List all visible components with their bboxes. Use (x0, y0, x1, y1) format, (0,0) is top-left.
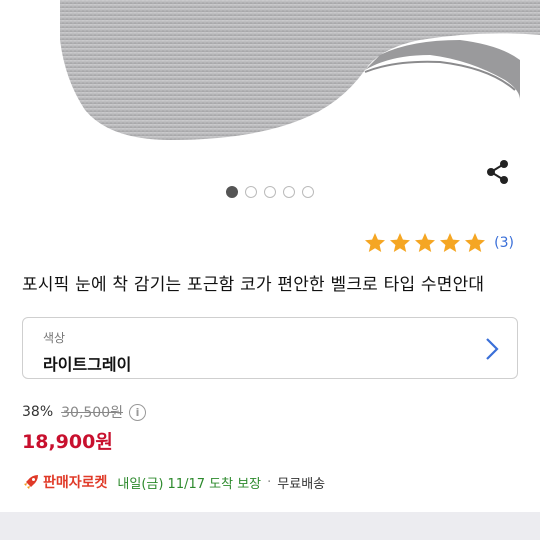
info-icon[interactable]: i (129, 403, 146, 421)
original-price: 30,500원 (61, 405, 123, 421)
image-carousel-dots (0, 186, 540, 198)
product-title: 포시픽 눈에 착 감기는 포근함 코가 편안한 벨크로 타입 수면안대 (22, 275, 485, 295)
product-image[interactable] (0, 0, 540, 155)
product-rating[interactable]: (3) (363, 231, 514, 255)
share-button[interactable] (484, 158, 512, 186)
carousel-dot-3[interactable] (264, 186, 276, 198)
rocket-icon (24, 475, 38, 489)
carousel-dot-4[interactable] (283, 186, 295, 198)
separator: · (267, 474, 272, 490)
section-divider (0, 512, 540, 540)
star-icon (365, 233, 386, 252)
review-count[interactable]: (3) (494, 235, 514, 251)
star-icon (440, 233, 461, 252)
sleep-mask-image (60, 0, 540, 140)
star-icon (390, 233, 411, 252)
price-row: 38% 30,500원 i (22, 402, 146, 422)
option-label: 색상 (43, 331, 66, 345)
share-icon (487, 160, 508, 184)
carousel-dot-5[interactable] (302, 186, 314, 198)
color-option-selector[interactable]: 색상 라이트그레이 (22, 317, 518, 379)
rocket-badge: 판매자로켓 (43, 475, 108, 491)
sale-price: 18,900원 (22, 431, 113, 453)
delivery-info: 판매자로켓 내일(금) 11/17 도착 보장 · 무료배송 (22, 472, 325, 492)
delivery-date: 내일(금) 11/17 도착 보장 (117, 476, 262, 492)
option-value: 라이트그레이 (43, 355, 132, 374)
free-shipping: 무료배송 (277, 476, 326, 492)
star-icon (415, 233, 436, 252)
discount-rate: 38% (22, 404, 54, 420)
carousel-dot-1[interactable] (226, 186, 238, 198)
chevron-right-icon (486, 338, 499, 360)
star-icon (465, 233, 486, 252)
carousel-dot-2[interactable] (245, 186, 257, 198)
